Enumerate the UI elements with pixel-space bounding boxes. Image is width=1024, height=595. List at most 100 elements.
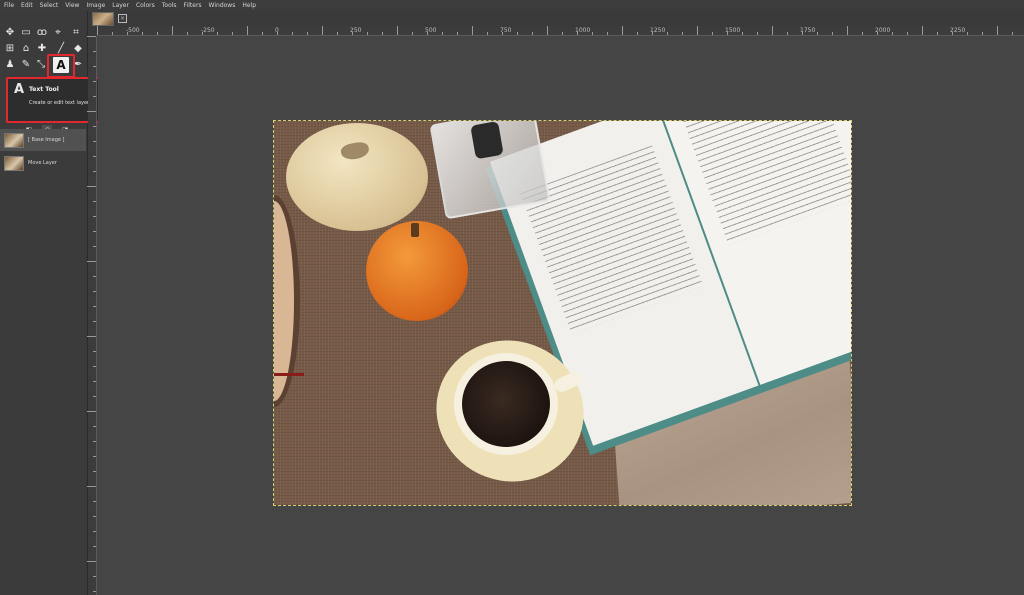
ruler-tick: [457, 32, 458, 35]
cage-tool-icon[interactable]: ✚: [36, 43, 48, 55]
menu-colors[interactable]: Colors: [136, 0, 155, 11]
menu-help[interactable]: Help: [242, 0, 256, 11]
ruler-tick: [93, 126, 96, 127]
ruler-tick: [93, 216, 96, 217]
menu-image[interactable]: Image: [86, 0, 105, 11]
list-item[interactable]: [ Base Image ]: [0, 129, 86, 151]
ruler-tick: [802, 32, 803, 35]
foreground-select-tool-icon[interactable]: ⌖: [52, 27, 64, 39]
menu-select[interactable]: Select: [40, 0, 59, 11]
lasso-tool-icon[interactable]: ꝏ: [36, 27, 48, 39]
image-canvas[interactable]: [273, 120, 852, 506]
menu-filters[interactable]: Filters: [184, 0, 202, 11]
menu-tools[interactable]: Tools: [162, 0, 177, 11]
ruler-tick: [127, 32, 128, 35]
menu-view[interactable]: View: [65, 0, 79, 11]
tooltip-title: Text Tool: [29, 86, 59, 93]
ruler-tick: [112, 32, 113, 35]
ruler-tick: [93, 276, 96, 277]
ruler-tick: [307, 32, 308, 35]
ruler-tick: [142, 32, 143, 35]
ruler-tick: [202, 32, 203, 35]
ruler-tick: [87, 411, 96, 412]
ruler-tick: [93, 531, 96, 532]
ruler-tick: [997, 26, 998, 35]
image-tab-strip: ×: [88, 11, 1024, 27]
vertical-ruler[interactable]: [87, 36, 97, 595]
ruler-tick: [93, 471, 96, 472]
ruler-tick: [292, 32, 293, 35]
ruler-tick: [172, 26, 173, 35]
layer-label: [ Base Image ]: [28, 137, 65, 143]
menu-file[interactable]: File: [4, 0, 14, 11]
ruler-tick: [157, 32, 158, 35]
ruler-tick: [187, 32, 188, 35]
ruler-tick: [682, 32, 683, 35]
ruler-tick: [622, 26, 623, 35]
ruler-tick: [93, 81, 96, 82]
ruler-tick: [607, 32, 608, 35]
ruler-tick: [967, 32, 968, 35]
ruler-tick: [892, 32, 893, 35]
smudge-tool-icon[interactable]: ✎: [20, 59, 32, 71]
ruler-tick: [93, 441, 96, 442]
move-tool-icon[interactable]: ✥: [4, 27, 16, 39]
horizontal-ruler[interactable]: -500 -250 0 250 500 750 1000 1250 1500 1…: [97, 26, 1024, 36]
ruler-tick: [277, 32, 278, 35]
ruler-tick: [937, 32, 938, 35]
ruler-corner[interactable]: [88, 27, 97, 36]
measure-tool-icon[interactable]: ⤡: [35, 59, 47, 71]
ruler-tick: [427, 32, 428, 35]
ruler-tick: [322, 26, 323, 35]
ruler-tick: [562, 32, 563, 35]
toolbox-dock: ✥ ▭ ꝏ ⌖ ⌗ ⊞ ⌂ ✚ ╱ ◆ ♟ ✎ ⤡ A ✒ A Text Too…: [0, 11, 122, 595]
ruler-tick: [93, 201, 96, 202]
ruler-tick: [832, 32, 833, 35]
ruler-tick: [93, 321, 96, 322]
ruler-label: 500: [425, 27, 437, 34]
ruler-tick: [93, 501, 96, 502]
menu-edit[interactable]: Edit: [21, 0, 33, 11]
unified-transform-tool-icon[interactable]: ⊞: [4, 43, 16, 55]
ruler-tick: [637, 32, 638, 35]
ruler-tick: [487, 32, 488, 35]
ruler-tick: [652, 32, 653, 35]
image-tab-thumbnail[interactable]: [92, 12, 114, 26]
ruler-tick: [93, 246, 96, 247]
ruler-tick: [93, 381, 96, 382]
ruler-label: 750: [500, 27, 512, 34]
ruler-tick: [93, 66, 96, 67]
ruler-tick: [397, 26, 398, 35]
ruler-tick: [93, 351, 96, 352]
ruler-tick: [262, 32, 263, 35]
ruler-tick: [982, 32, 983, 35]
close-icon[interactable]: ×: [118, 14, 127, 23]
ruler-tick: [93, 291, 96, 292]
coffee: [462, 361, 550, 447]
ruler-tick: [697, 26, 698, 35]
layer-thumbnail: [4, 132, 24, 148]
ruler-tick: [742, 32, 743, 35]
ruler-tick: [922, 26, 923, 35]
text-tool-highlight: [47, 54, 75, 78]
ruler-tick: [712, 32, 713, 35]
orange-pumpkin: [366, 221, 468, 321]
ruler-tick: [337, 32, 338, 35]
ruler-tick: [93, 426, 96, 427]
ruler-tick: [442, 32, 443, 35]
ruler-tick: [97, 26, 98, 35]
ruler-tick: [247, 26, 248, 35]
ruler-tick: [93, 546, 96, 547]
ruler-tick: [93, 396, 96, 397]
ruler-tick: [87, 261, 96, 262]
crop-tool-icon[interactable]: ⌗: [70, 27, 82, 39]
menu-layer[interactable]: Layer: [112, 0, 129, 11]
ruler-tick: [93, 51, 96, 52]
list-item[interactable]: Move Layer: [0, 152, 86, 174]
ruler-tick: [727, 32, 728, 35]
ruler-tick: [907, 32, 908, 35]
warp-tool-icon[interactable]: ⌂: [20, 43, 32, 55]
rect-select-tool-icon[interactable]: ▭: [20, 27, 32, 39]
clone-tool-icon[interactable]: ♟: [4, 59, 16, 71]
menu-windows[interactable]: Windows: [209, 0, 236, 11]
